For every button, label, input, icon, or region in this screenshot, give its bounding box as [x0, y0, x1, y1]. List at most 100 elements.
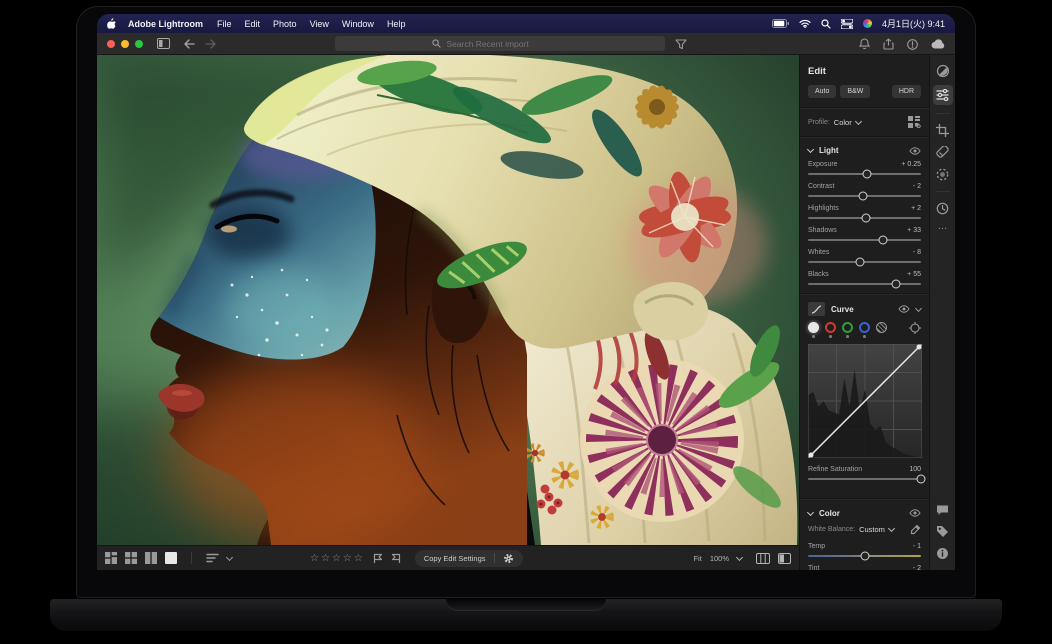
search-bar[interactable] — [335, 36, 665, 51]
slider-whites[interactable]: Whites- 8 — [808, 249, 921, 263]
auto-button[interactable]: Auto — [808, 85, 836, 98]
curve-channel-parametric[interactable] — [876, 322, 887, 333]
slider-track[interactable] — [808, 555, 921, 557]
masking-icon[interactable] — [936, 168, 949, 181]
battery-icon[interactable] — [772, 19, 789, 28]
slider-knob[interactable] — [859, 192, 868, 201]
slider-knob[interactable] — [861, 214, 870, 223]
menu-help[interactable]: Help — [387, 19, 406, 29]
menu-photo[interactable]: Photo — [273, 19, 297, 29]
slider-exposure[interactable]: Exposure+ 0.25 — [808, 161, 921, 175]
versions-clock-icon[interactable] — [936, 202, 949, 215]
light-collapse-chevron-icon[interactable] — [807, 146, 814, 153]
curve-channel-red[interactable] — [825, 322, 836, 333]
eyedropper-icon[interactable] — [910, 524, 921, 535]
white-balance-value[interactable]: Custom — [859, 525, 885, 534]
curve-section-header[interactable]: Curve — [808, 302, 921, 316]
slider-knob[interactable] — [860, 551, 869, 560]
profile-value[interactable]: Color — [834, 118, 852, 127]
filmstrip-icon[interactable] — [756, 553, 770, 564]
photo-grid-view-icon[interactable] — [105, 552, 117, 564]
curve-channel-blue[interactable] — [859, 322, 870, 333]
curve-endpoint[interactable] — [809, 452, 814, 457]
forward-arrow-icon[interactable] — [205, 39, 216, 49]
slider-contrast[interactable]: Contrast- 2 — [808, 183, 921, 197]
slider-track[interactable] — [808, 239, 921, 241]
slider-blacks[interactable]: Blacks+ 55 — [808, 271, 921, 285]
menubar-app-name[interactable]: Adobe Lightroom — [128, 19, 203, 29]
slider-highlights[interactable]: Highlights+ 2 — [808, 205, 921, 219]
edit-settings-gear-icon[interactable] — [503, 553, 514, 564]
profile-browser-icon[interactable] — [908, 116, 921, 128]
photo-canvas[interactable] — [97, 55, 799, 545]
notifications-bell-icon[interactable] — [859, 38, 870, 50]
targeted-adjustment-icon[interactable] — [909, 322, 921, 334]
curve-channel-all[interactable] — [808, 322, 819, 333]
slider-track[interactable] — [808, 283, 921, 285]
keywords-tag-icon[interactable] — [936, 525, 949, 538]
menu-file[interactable]: File — [217, 19, 232, 29]
curve-collapse-chevron-icon[interactable] — [915, 304, 922, 311]
sort-chevron-icon[interactable] — [226, 553, 233, 560]
zoom-chevron-icon[interactable] — [736, 553, 743, 560]
zoom-level[interactable]: 100% — [710, 554, 729, 563]
sort-icon[interactable] — [206, 553, 219, 563]
minimize-button[interactable] — [121, 40, 129, 48]
presets-icon[interactable] — [936, 64, 950, 78]
more-options-icon[interactable]: … — [938, 224, 948, 230]
slider-tint[interactable]: Tint- 2 — [808, 565, 921, 571]
menu-edit[interactable]: Edit — [245, 19, 261, 29]
compare-view-icon[interactable] — [145, 552, 157, 564]
curve-endpoint[interactable] — [917, 344, 922, 349]
color-collapse-chevron-icon[interactable] — [807, 508, 814, 515]
cloud-icon[interactable] — [931, 39, 945, 49]
slider-knob[interactable] — [863, 170, 872, 179]
slider-track[interactable] — [808, 195, 921, 197]
info-icon[interactable] — [936, 547, 949, 560]
color-section-header[interactable]: Color — [808, 509, 921, 518]
copy-edit-settings-button[interactable]: Copy Edit Settings — [424, 554, 486, 563]
slider-knob[interactable] — [855, 258, 864, 267]
square-grid-view-icon[interactable] — [125, 552, 137, 564]
slider-track[interactable] — [808, 478, 921, 480]
slider-refine-saturation[interactable]: Refine Saturation100 — [808, 466, 921, 480]
spotlight-search-icon[interactable] — [821, 19, 831, 29]
menu-window[interactable]: Window — [342, 19, 374, 29]
edit-tool-active[interactable] — [933, 85, 953, 105]
light-visibility-eye-icon[interactable] — [909, 147, 921, 155]
detail-view-icon[interactable] — [165, 552, 177, 564]
menubar-clock[interactable]: 4月1日(火) 9:41 — [882, 17, 945, 30]
apple-menu[interactable] — [107, 18, 116, 29]
comments-icon[interactable] — [936, 504, 949, 516]
close-button[interactable] — [107, 40, 115, 48]
light-section-header[interactable]: Light — [808, 146, 921, 155]
back-arrow-icon[interactable] — [184, 39, 195, 49]
menu-view[interactable]: View — [310, 19, 329, 29]
search-input[interactable] — [445, 38, 569, 50]
share-icon[interactable] — [883, 38, 894, 50]
curve-button[interactable] — [808, 302, 825, 316]
slider-track[interactable] — [808, 217, 921, 219]
slider-knob[interactable] — [917, 474, 926, 483]
reject-flag-icon[interactable] — [391, 553, 401, 564]
slider-shadows[interactable]: Shadows+ 33 — [808, 227, 921, 241]
curve-channel-green[interactable] — [842, 322, 853, 333]
profile-chevron-icon[interactable] — [855, 117, 862, 124]
slider-knob[interactable] — [879, 236, 888, 245]
slider-knob[interactable] — [891, 280, 900, 289]
zoom-fit-label[interactable]: Fit — [693, 554, 701, 563]
curve-visibility-eye-icon[interactable] — [898, 305, 910, 313]
profile-row[interactable]: Profile: Color — [808, 116, 921, 128]
slider-track[interactable] — [808, 173, 921, 175]
crop-icon[interactable] — [936, 124, 949, 137]
menubar-app-icon[interactable] — [863, 19, 872, 28]
photo-grid-toggle-icon[interactable] — [157, 38, 170, 49]
sync-status-icon[interactable] — [907, 39, 918, 50]
slider-temp[interactable]: Temp- 1 — [808, 543, 921, 557]
white-balance-chevron-icon[interactable] — [888, 524, 895, 531]
bw-button[interactable]: B&W — [840, 85, 870, 98]
pick-flag-icon[interactable] — [373, 553, 383, 564]
filter-icon[interactable] — [675, 37, 687, 55]
wifi-icon[interactable] — [799, 19, 811, 28]
white-balance-row[interactable]: White Balance: Custom — [808, 524, 921, 535]
